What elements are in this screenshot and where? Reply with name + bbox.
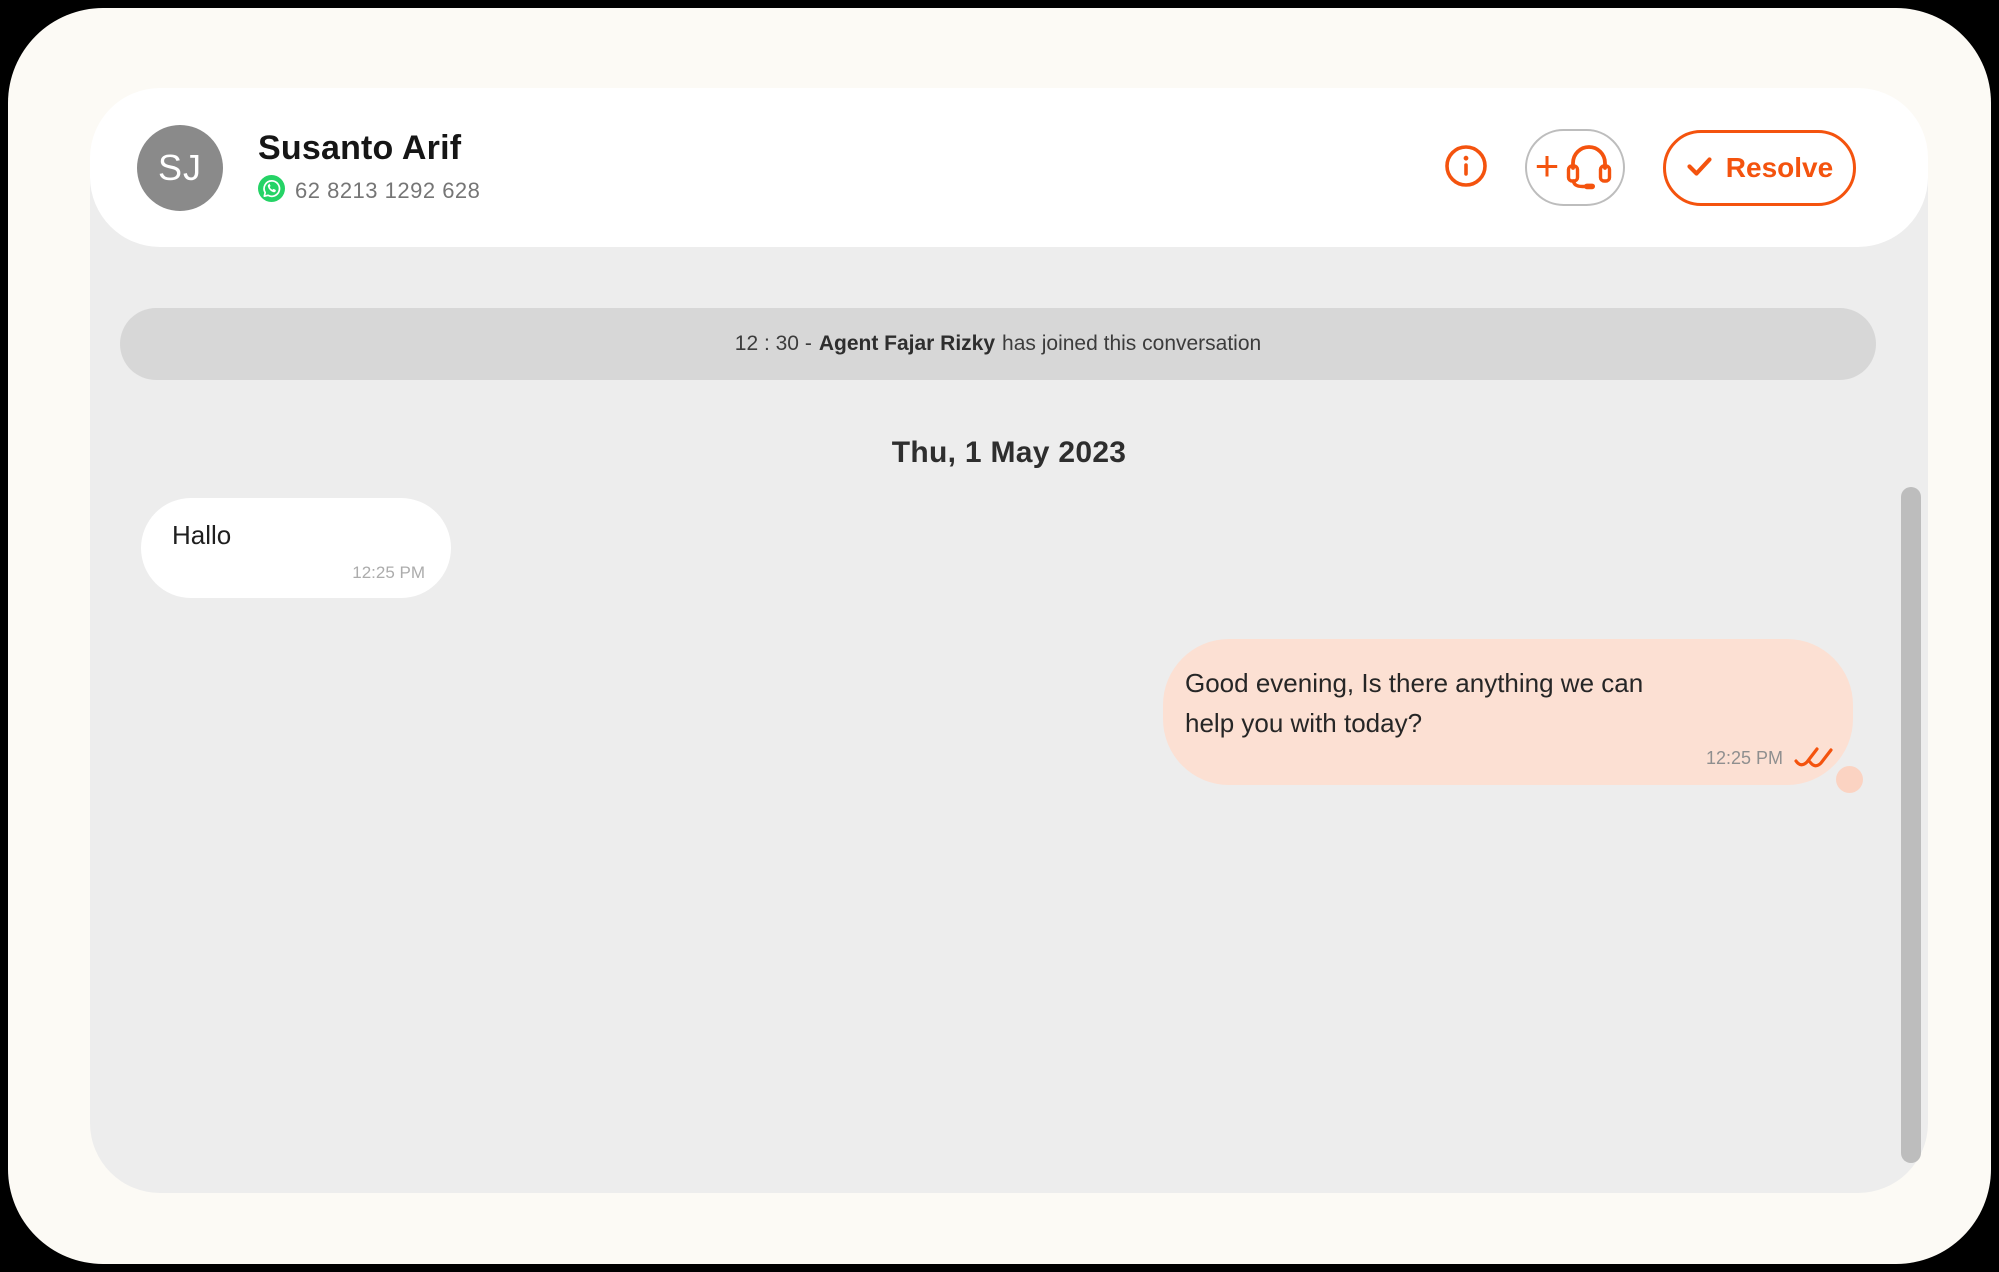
avatar-initials: SJ bbox=[158, 147, 202, 189]
resolve-button-label: Resolve bbox=[1726, 152, 1833, 184]
conversation-panel: 12 : 30 - Agent Fajar Rizky has joined t… bbox=[90, 98, 1928, 1193]
message-meta: 12:25 PM bbox=[1706, 741, 1841, 776]
info-icon bbox=[1444, 144, 1488, 191]
message-bubble-outgoing: Good evening, Is there anything we can h… bbox=[1163, 639, 1853, 785]
customer-identity: Susanto Arif 62 8213 1292 628 bbox=[258, 129, 480, 207]
message-timestamp: 12:25 PM bbox=[352, 563, 425, 583]
whatsapp-icon bbox=[258, 175, 285, 207]
chat-header: SJ Susanto Arif 62 8213 1292 628 bbox=[90, 88, 1928, 247]
date-divider: Thu, 1 May 2023 bbox=[90, 436, 1928, 470]
message-text: Hallo bbox=[172, 520, 231, 551]
system-banner-message: has joined this conversation bbox=[1002, 332, 1261, 356]
header-actions: + Resolve bbox=[1444, 129, 1856, 206]
scrollbar-thumb[interactable] bbox=[1901, 487, 1921, 1163]
add-agent-button[interactable]: + bbox=[1525, 129, 1625, 206]
message-bubble-incoming: Hallo 12:25 PM bbox=[141, 498, 451, 598]
customer-phone-number: 62 8213 1292 628 bbox=[295, 178, 480, 204]
plus-icon: + bbox=[1535, 145, 1560, 187]
double-check-icon bbox=[1791, 741, 1841, 776]
system-banner: 12 : 30 - Agent Fajar Rizky has joined t… bbox=[120, 308, 1876, 380]
outgoing-bubble-tail bbox=[1836, 766, 1863, 793]
system-banner-agent-name: Agent Fajar Rizky bbox=[819, 332, 995, 356]
customer-avatar: SJ bbox=[137, 125, 223, 211]
system-banner-time: 12 : 30 - bbox=[735, 332, 812, 356]
app-frame: 12 : 30 - Agent Fajar Rizky has joined t… bbox=[8, 8, 1991, 1264]
message-text: Good evening, Is there anything we can h… bbox=[1185, 663, 1695, 743]
resolve-button[interactable]: Resolve bbox=[1663, 130, 1856, 206]
customer-name: Susanto Arif bbox=[258, 129, 480, 168]
headset-icon bbox=[1563, 141, 1615, 194]
info-button[interactable] bbox=[1444, 146, 1488, 190]
customer-phone-row: 62 8213 1292 628 bbox=[258, 175, 480, 207]
checkmark-icon bbox=[1686, 156, 1713, 180]
message-timestamp: 12:25 PM bbox=[1706, 748, 1783, 769]
